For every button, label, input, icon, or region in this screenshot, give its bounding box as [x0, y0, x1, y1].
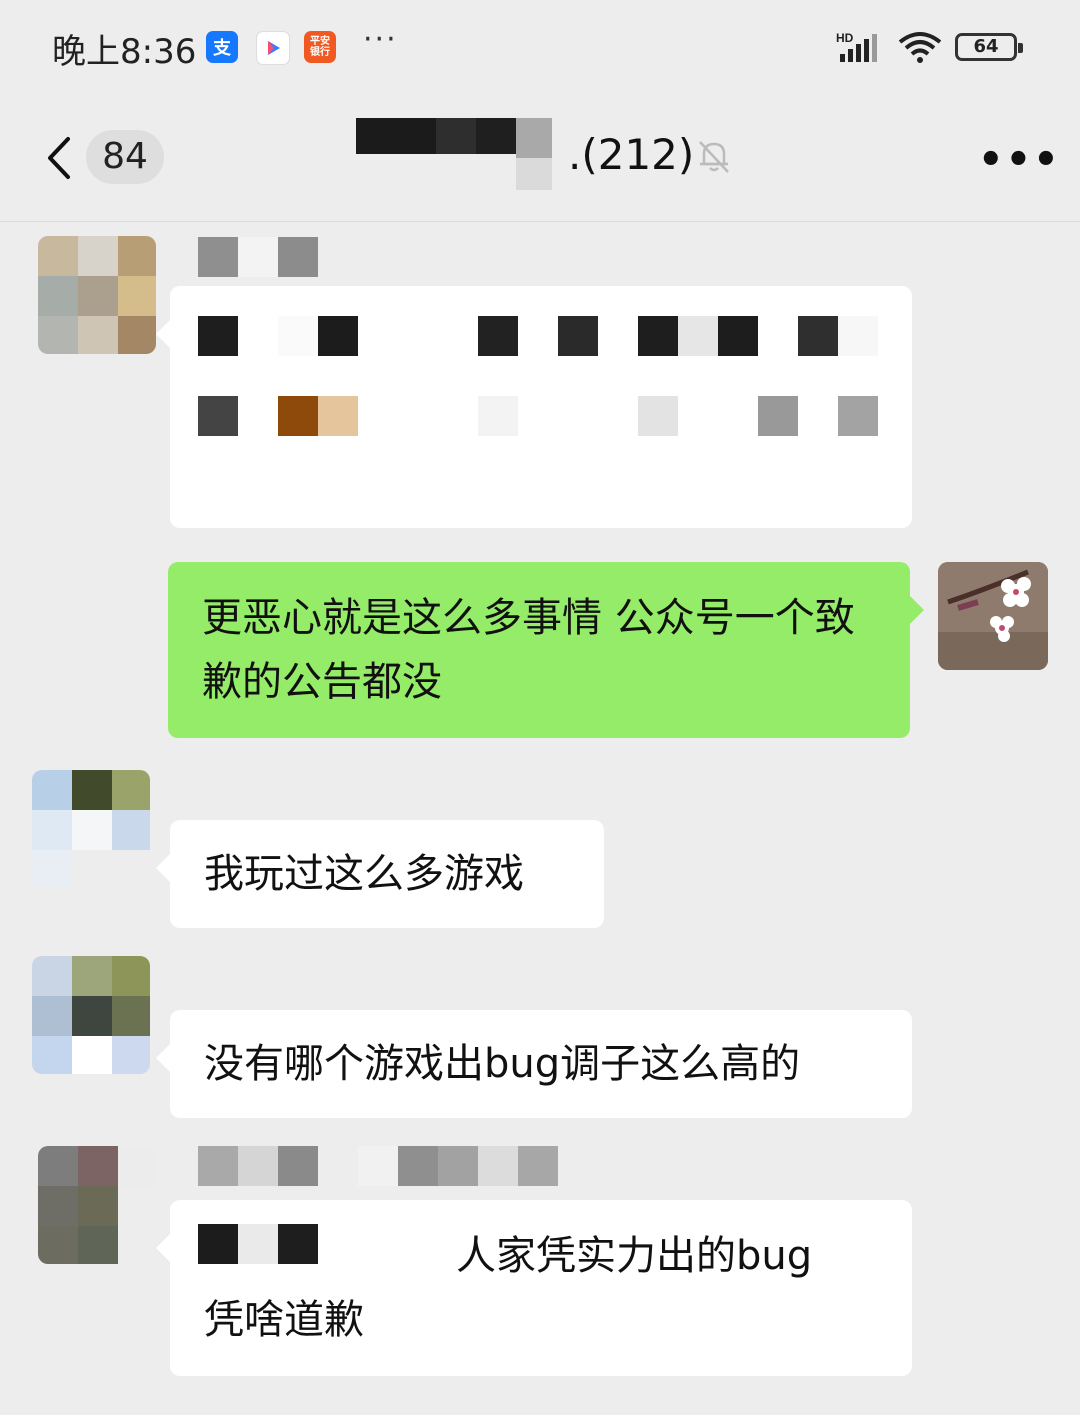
signal-icon: HD	[836, 31, 877, 62]
avatar[interactable]	[32, 770, 150, 888]
redacted-group-name	[356, 118, 552, 190]
message-text: 我玩过这么多游戏	[204, 851, 524, 897]
video-app-icon	[256, 31, 290, 65]
avatar[interactable]	[38, 236, 156, 354]
battery-indicator: 64	[955, 33, 1023, 61]
group-member-count: .(212)	[568, 130, 695, 179]
chat-header: 84 .(212) •••	[0, 95, 1080, 222]
redacted-mention	[198, 1224, 318, 1264]
wifi-icon	[898, 32, 942, 63]
message-bubble[interactable]: 人家凭实力出的bug 凭啥道歉	[156, 1200, 912, 1376]
status-time: 晚上8:36	[52, 32, 197, 72]
back-arrow-icon[interactable]	[42, 135, 76, 181]
unread-count-badge[interactable]: 84	[86, 130, 164, 184]
pingan-bank-icon: 平安 银行	[304, 31, 336, 63]
avatar[interactable]	[32, 956, 150, 1074]
redacted-sender-name	[198, 237, 358, 277]
message-text: 没有哪个游戏出bug调子这么高的	[204, 1041, 801, 1087]
message-text-line2: 凭啥道歉	[204, 1297, 364, 1343]
message-bubble[interactable]: 没有哪个游戏出bug调子这么高的	[156, 1010, 912, 1118]
message-bubble-self[interactable]: 更恶心就是这么多事情 公众号一个致歉的公告都没	[168, 562, 924, 738]
cherry-blossom-avatar-icon	[938, 562, 1048, 670]
redacted-sender-name	[198, 1146, 558, 1186]
redacted-text-line	[198, 316, 878, 356]
redacted-text-line	[198, 396, 878, 436]
mute-bell-icon	[699, 141, 729, 173]
alipay-icon: 支	[206, 31, 238, 63]
message-bubble[interactable]: 我玩过这么多游戏	[156, 820, 604, 928]
hd-label: HD	[836, 31, 854, 45]
avatar[interactable]	[38, 1146, 156, 1264]
self-avatar[interactable]	[938, 562, 1048, 670]
notification-overflow-icon: ···	[363, 22, 398, 57]
more-options-icon[interactable]: •••	[978, 137, 1061, 183]
message-bubble-redacted[interactable]	[156, 286, 912, 528]
message-text: 更恶心就是这么多事情 公众号一个致歉的公告都没	[202, 595, 855, 705]
status-bar: 晚上8:36 支 平安 银行 ··· HD 64	[0, 0, 1080, 92]
